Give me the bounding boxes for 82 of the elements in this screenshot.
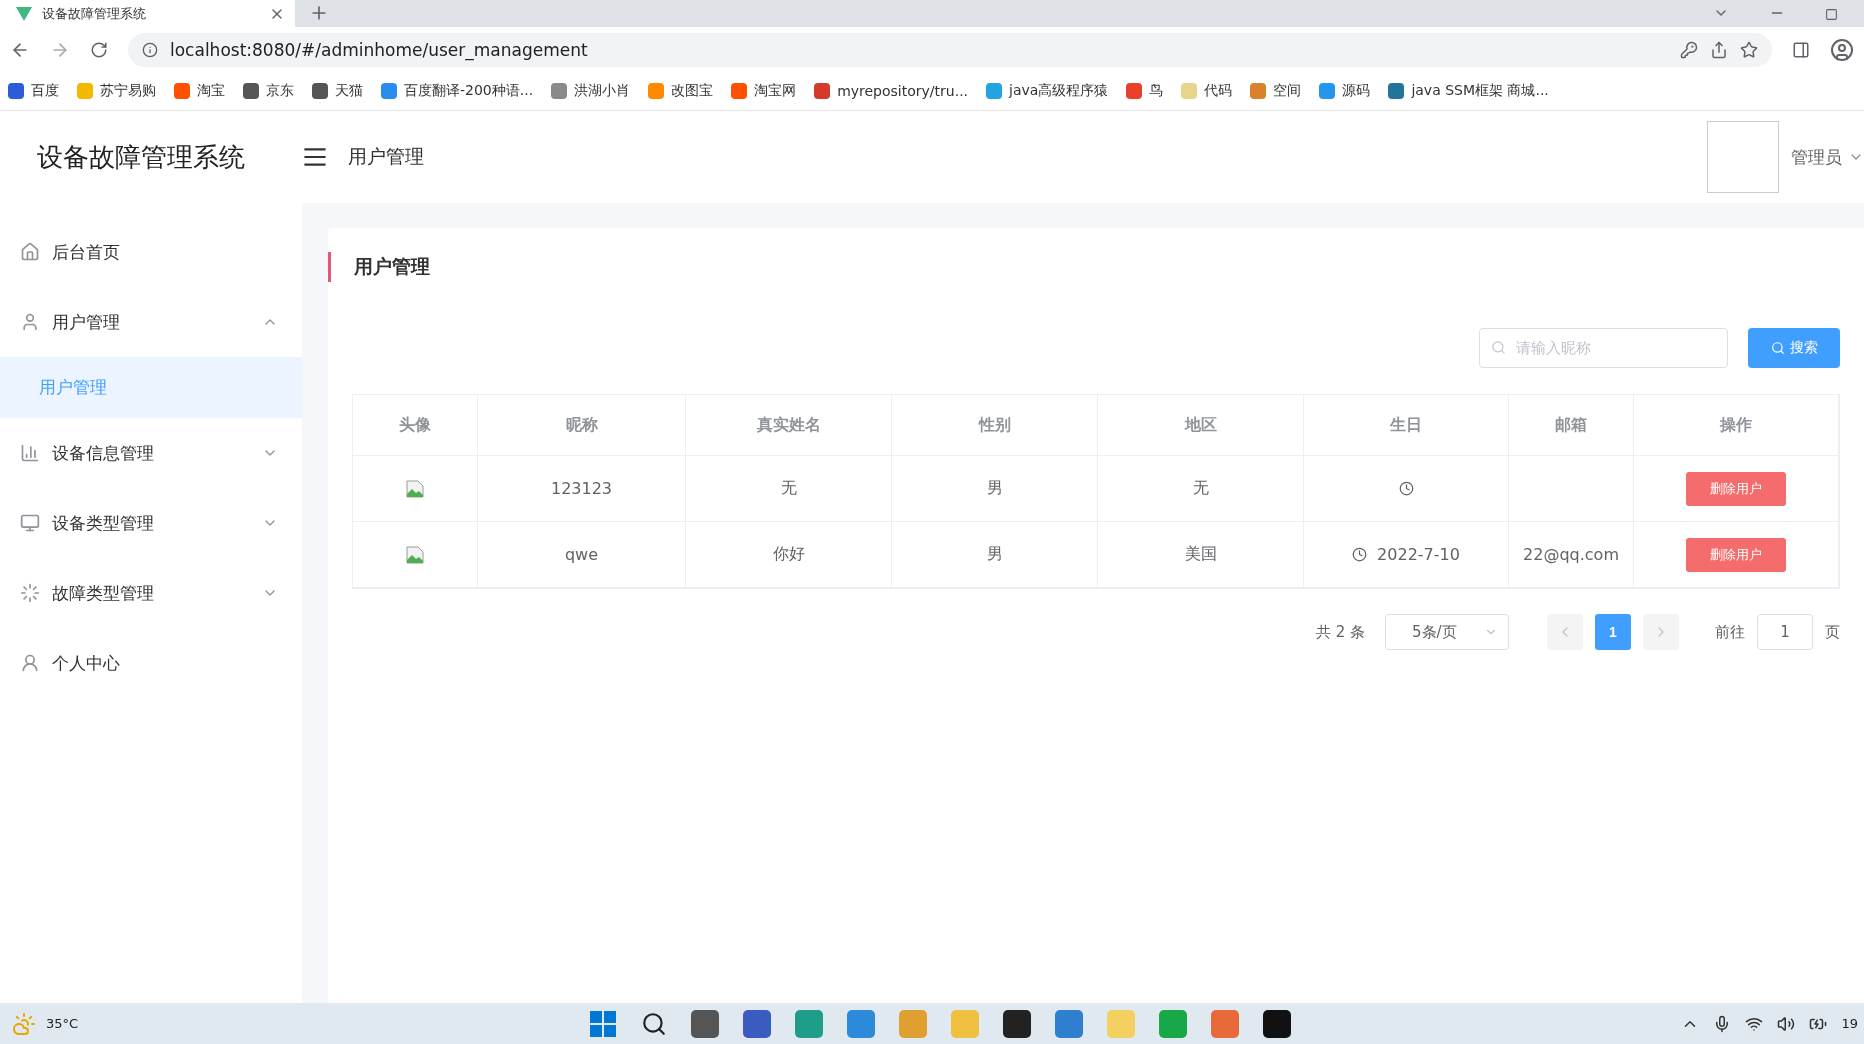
bookmark-link[interactable]: myrepository/tru... [814, 83, 969, 99]
column-header: 昵称 [478, 395, 686, 456]
user-icon [20, 312, 40, 332]
column-header: 生日 [1304, 395, 1509, 456]
broken-image-icon [406, 479, 424, 498]
profile-icon[interactable] [1830, 37, 1854, 62]
column-header: 真实姓名 [686, 395, 892, 456]
bookmark-link[interactable]: 天猫 [312, 82, 363, 100]
clock-icon [1352, 547, 1368, 562]
info-icon [142, 41, 158, 58]
bookmark-link[interactable]: 淘宝 [174, 82, 225, 100]
person-icon [20, 653, 40, 673]
clock-text: 19 [1841, 1016, 1858, 1031]
bookmark-link[interactable]: 洪湖小肖 [551, 82, 631, 100]
bookmark-link[interactable]: 苏宁易购 [77, 82, 156, 100]
bookmark-link[interactable]: 鸟 [1126, 82, 1164, 100]
table-cell: 无 [1098, 456, 1304, 522]
table-cell: 22@qq.com [1509, 522, 1634, 588]
sidebar-item[interactable]: 设备信息管理 [0, 418, 302, 488]
table-cell: qwe [478, 522, 686, 588]
sidebar-item[interactable]: 个人中心 [0, 628, 302, 698]
column-header: 地区 [1098, 395, 1304, 456]
goto-label: 前往 [1715, 622, 1745, 642]
home-icon [20, 242, 40, 262]
table-cell: 美国 [1098, 522, 1304, 588]
url-text: localhost:8080/#/adminhome/user_management [170, 39, 589, 60]
sidebar-item[interactable]: 后台首页 [0, 217, 302, 287]
bookmark-link[interactable]: java高级程序猿 [986, 82, 1109, 100]
table-cell: 你好 [686, 522, 892, 588]
bar-chart-icon [20, 443, 40, 463]
bookmark-link[interactable]: 代码 [1181, 82, 1233, 100]
page-size-select[interactable]: 5条/页 [1385, 614, 1509, 650]
bookmark-link[interactable]: java SSM框架 商城... [1388, 82, 1549, 100]
start-icon[interactable] [588, 1009, 617, 1038]
sidebar-item[interactable]: 故障类型管理 [0, 558, 302, 628]
total-count: 共 2 条 [1315, 622, 1365, 642]
share-icon[interactable] [1710, 40, 1728, 59]
key-icon[interactable] [1680, 40, 1698, 59]
search-icon [1491, 340, 1506, 355]
bookmark-link[interactable]: 空间 [1250, 82, 1302, 100]
app-icon[interactable] [1262, 1009, 1291, 1038]
monitor-icon [20, 513, 40, 533]
app-logo-text: 设备故障管理系统 [36, 140, 246, 174]
sidebar-item[interactable]: 用户管理 [0, 287, 302, 357]
bookmark-link[interactable]: 源码 [1319, 82, 1371, 100]
table-cell: 123123 [478, 456, 686, 522]
tab-title: 设备故障管理系统 [42, 4, 147, 23]
goto-page-field[interactable]: 1 [1757, 614, 1813, 650]
restore-icon[interactable] [1825, 8, 1838, 21]
app-icon[interactable] [1002, 1009, 1031, 1038]
clock-icon [1398, 481, 1414, 496]
table-cell: 男 [892, 456, 1098, 522]
spinner-icon [20, 583, 40, 603]
sidebar-item[interactable]: 设备类型管理 [0, 488, 302, 558]
address-bar[interactable]: localhost:8080/#/adminhome/user_management [128, 32, 1772, 67]
star-icon[interactable] [1740, 40, 1758, 59]
user-name[interactable]: 管理员 [1791, 145, 1842, 169]
app-icon[interactable] [690, 1009, 719, 1038]
table-cell: 无 [686, 456, 892, 522]
broken-image-icon [406, 545, 424, 564]
side-panel-icon[interactable] [1792, 40, 1810, 59]
column-header: 邮箱 [1509, 395, 1634, 456]
reload-icon[interactable] [90, 40, 108, 59]
column-header: 头像 [353, 395, 478, 456]
column-header: 性别 [892, 395, 1098, 456]
browser-tab[interactable]: 设备故障管理系统 [0, 0, 295, 27]
page-suffix: 页 [1825, 622, 1840, 642]
bookmark-link[interactable]: 百度翻译-200种语... [381, 82, 534, 100]
search-icon [1770, 341, 1785, 355]
search-field[interactable]: 请输入昵称 [1479, 328, 1728, 368]
site-logo-icon [16, 6, 32, 21]
column-header: 操作 [1634, 395, 1839, 456]
bookmark-link[interactable]: 改图宝 [648, 82, 714, 100]
page-title: 用户管理 [328, 252, 1840, 282]
table-cell: 男 [892, 522, 1098, 588]
date-text: 2022-7-10 [1377, 545, 1460, 564]
volume-icon[interactable] [1777, 1014, 1796, 1033]
breadcrumb: 用户管理 [348, 144, 424, 169]
bookmark-link[interactable]: 百度 [8, 82, 59, 100]
bookmark-link[interactable]: 淘宝网 [731, 82, 797, 100]
bookmark-link[interactable]: 京东 [243, 82, 294, 100]
temperature: 35°C [46, 1016, 79, 1031]
